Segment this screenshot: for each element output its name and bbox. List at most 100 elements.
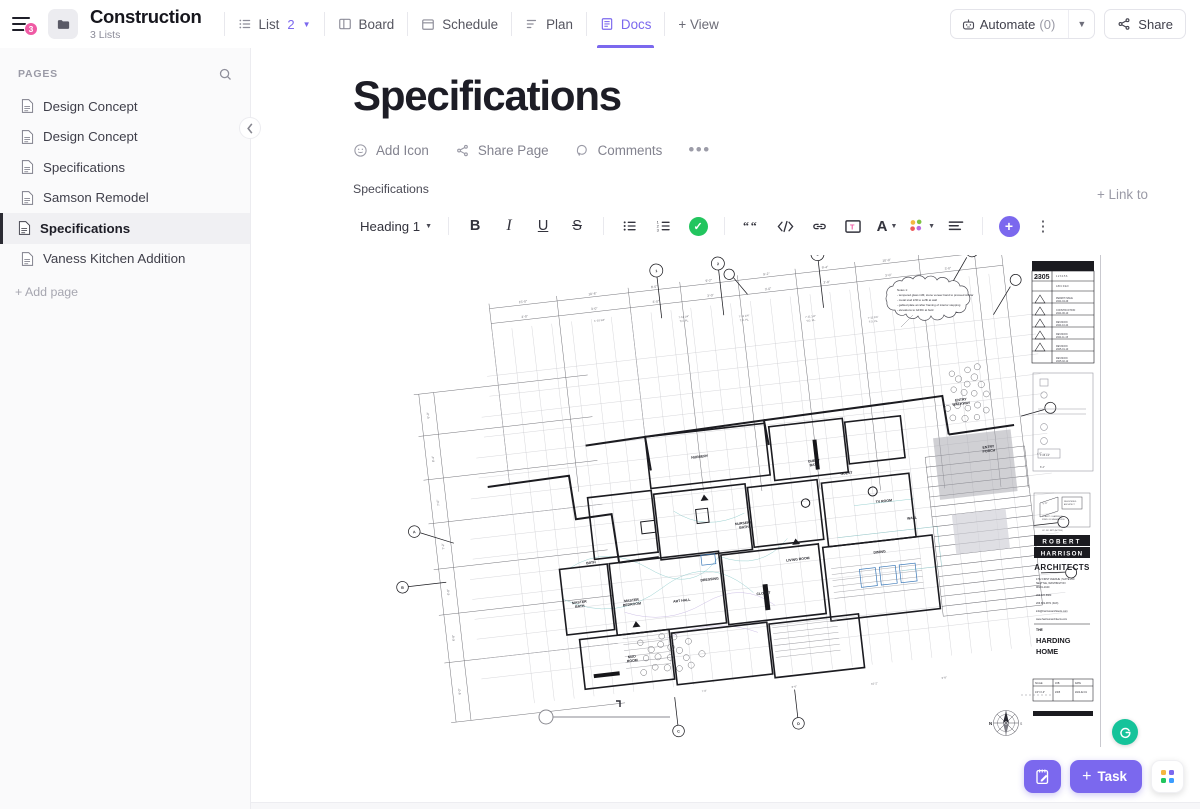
view-tabs: List 2 ▼ Board Schedule Plan <box>224 0 732 48</box>
quote-icon: ““ <box>743 219 760 233</box>
tab-list[interactable]: List 2 ▼ <box>225 0 324 48</box>
board-icon <box>338 17 352 31</box>
banner-button[interactable]: T <box>840 212 866 240</box>
heading-selector[interactable]: Heading 1 ▼ <box>357 212 435 240</box>
calendar-icon <box>421 17 435 31</box>
link-icon <box>811 219 828 234</box>
grammarly-button[interactable] <box>1112 719 1138 745</box>
blueprint-drawing: 15'-0"10'-6" 8'-0"9'-2" 9'-2"9'-4" 10'-0… <box>353 255 1100 747</box>
insert-button[interactable]: + <box>996 212 1022 240</box>
sidebar-collapse-button[interactable] <box>239 117 261 139</box>
add-icon-button[interactable]: Add Icon <box>353 143 429 158</box>
code-button[interactable] <box>772 212 798 240</box>
font-label: A <box>877 218 888 235</box>
divider <box>724 217 725 235</box>
floating-action-bar: + Task <box>1024 760 1184 793</box>
notepad-icon <box>1034 768 1052 786</box>
align-button[interactable] <box>943 212 969 240</box>
search-icon[interactable] <box>214 63 236 85</box>
document-area: Specifications Add Icon Share Page <box>251 48 1200 809</box>
add-icon-label: Add Icon <box>376 143 429 158</box>
bullet-list-button[interactable] <box>617 212 643 240</box>
architect-name-1: ROBERT <box>1042 539 1081 546</box>
sidebar-item-specifications-1[interactable]: Specifications <box>0 152 250 183</box>
project-name-2: HARDING <box>1036 636 1071 645</box>
share-button[interactable]: Share <box>1104 9 1186 39</box>
link-to-button[interactable]: + Link to <box>1097 187 1148 202</box>
toolbar-more-button[interactable]: ⋮ <box>1030 212 1056 240</box>
highlight-color-button[interactable]: ▼ <box>908 212 935 240</box>
italic-button[interactable]: I <box>496 212 522 240</box>
sidebar-item-design-concept-2[interactable]: Design Concept <box>0 122 250 153</box>
tab-docs-label: Docs <box>621 17 652 32</box>
svg-text:7'-0": 7'-0" <box>701 689 707 694</box>
checklist-button[interactable]: ✓ <box>685 212 711 240</box>
robot-icon <box>961 17 976 32</box>
apps-button[interactable] <box>1151 760 1184 793</box>
tab-board[interactable]: Board <box>325 0 408 48</box>
svg-text:1'-08 1/2": 1'-08 1/2" <box>1040 454 1050 457</box>
svg-text:6'-8": 6'-8" <box>941 676 947 681</box>
tab-docs[interactable]: Docs <box>587 0 665 48</box>
add-page-button[interactable]: + Add page <box>0 285 250 299</box>
sidebar-item-label: Vaness Kitchen Addition <box>43 251 185 266</box>
heading-label: Heading 1 <box>360 219 420 234</box>
document-body-text[interactable]: Specifications <box>251 182 1200 196</box>
sidebar-item-specifications-2[interactable]: Specifications <box>0 213 250 244</box>
link-button[interactable] <box>806 212 832 240</box>
tab-plan-label: Plan <box>546 17 573 32</box>
svg-text:- elevations to GFRC at field: - elevations to GFRC at field <box>897 308 934 312</box>
tab-schedule[interactable]: Schedule <box>408 0 511 48</box>
chevron-down-icon: ▼ <box>425 223 432 230</box>
tab-list-label: List <box>259 17 280 32</box>
main-menu-button[interactable]: 3 <box>0 17 44 31</box>
svg-text:ROBERT J. HARRISON: ROBERT J. HARRISON <box>1042 515 1063 518</box>
new-task-label: Task <box>1097 769 1127 784</box>
project-name-1: THE <box>1036 628 1044 632</box>
bullet-list-icon <box>622 218 638 234</box>
chevron-down-icon[interactable]: ▼ <box>1068 10 1094 38</box>
tab-board-label: Board <box>359 17 395 32</box>
share-page-button[interactable]: Share Page <box>455 143 549 158</box>
underline-button[interactable]: U <box>530 212 556 240</box>
project-name-3: HOME <box>1036 647 1058 656</box>
space-avatar[interactable] <box>48 9 78 39</box>
font-color-button[interactable]: A ▼ <box>874 212 900 240</box>
bold-button[interactable]: B <box>462 212 488 240</box>
smiley-icon <box>353 143 368 158</box>
top-bar-actions: Automate (0) ▼ Share <box>950 0 1186 48</box>
sidebar-item-label: Specifications <box>43 160 125 175</box>
automate-count: (0) <box>1039 17 1055 32</box>
add-view-button[interactable]: + View <box>665 0 731 48</box>
automate-button[interactable]: Automate (0) ▼ <box>950 9 1096 39</box>
plus-icon: + <box>1082 769 1091 785</box>
svg-text:3: 3 <box>816 255 818 257</box>
svg-text:ARCHITECT: ARCHITECT <box>1064 503 1076 506</box>
sidebar-item-design-concept-1[interactable]: Design Concept <box>0 91 250 122</box>
checklist-icon: ✓ <box>689 217 708 236</box>
numbered-list-icon: 1 2 3 <box>656 218 672 234</box>
svg-text:2024-04-29: 2024-04-29 <box>1056 300 1069 303</box>
new-doc-button[interactable] <box>1024 760 1061 793</box>
quote-button[interactable]: ““ <box>738 212 764 240</box>
strikethrough-button[interactable]: S <box>564 212 590 240</box>
numbered-list-button[interactable]: 1 2 3 <box>651 212 677 240</box>
comments-button[interactable]: Comments <box>575 143 663 158</box>
svg-text:DATE: DATE <box>1075 682 1081 685</box>
new-task-button[interactable]: + Task <box>1070 760 1142 793</box>
grammarly-icon <box>1117 724 1134 741</box>
tab-plan[interactable]: Plan <box>512 0 586 48</box>
architectural-floor-plan-image[interactable]: 15'-0"10'-6" 8'-0"9'-2" 9'-2"9'-4" 10'-0… <box>353 255 1101 747</box>
page-title[interactable]: Specifications <box>251 72 1200 120</box>
sidebar-item-samson-remodel[interactable]: Samson Remodel <box>0 183 250 214</box>
sidebar-item-vaness-kitchen-addition[interactable]: Vaness Kitchen Addition <box>0 244 250 275</box>
share-label: Share <box>1138 17 1173 32</box>
document-more-button[interactable]: ••• <box>688 146 710 155</box>
sidebar-item-label: Samson Remodel <box>43 190 149 205</box>
svg-text:A B C D E F: A B C D E F <box>1056 285 1069 288</box>
chevron-down-icon[interactable]: ▼ <box>303 20 311 29</box>
share-page-label: Share Page <box>478 143 549 158</box>
chevron-down-icon: ▼ <box>891 223 898 230</box>
svg-text:- gabled plate at rafter frami: - gabled plate at rafter framing of inte… <box>897 303 961 307</box>
svg-text:6'-8": 6'-8" <box>451 635 456 642</box>
